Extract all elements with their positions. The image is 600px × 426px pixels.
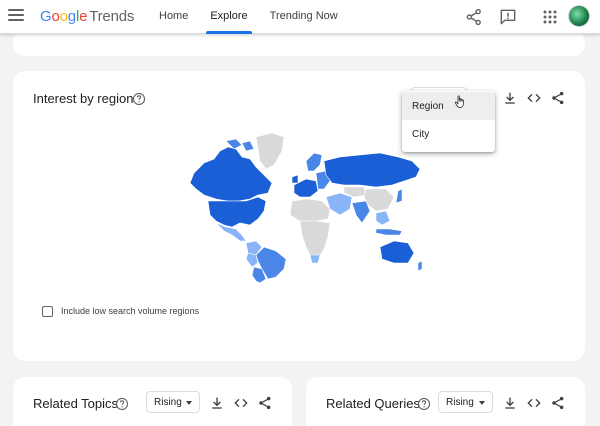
map-region-middle-east[interactable] — [325, 192, 353, 216]
logo-letter: g — [67, 8, 76, 25]
map-region-southeast-asia[interactable] — [375, 210, 391, 226]
map-region-australia[interactable] — [379, 240, 415, 264]
card-title: Interest by region — [33, 91, 134, 106]
logo-letter: e — [79, 8, 88, 25]
nav-tab-explore[interactable]: Explore — [199, 0, 258, 34]
nav-tab-trending-now[interactable]: Trending Now — [259, 0, 349, 34]
feedback-icon[interactable] — [498, 7, 518, 27]
card-title: Related Topics — [33, 396, 119, 411]
map-region-sub-saharan-africa[interactable] — [299, 220, 331, 260]
google-trends-logo[interactable]: Google Trends — [40, 8, 134, 25]
embed-code-icon[interactable] — [526, 395, 542, 411]
resolution-menu: Region City — [402, 91, 495, 152]
embed-code-icon[interactable] — [233, 395, 249, 411]
download-icon[interactable] — [502, 90, 518, 106]
nav-tab-home[interactable]: Home — [148, 0, 199, 34]
menu-item-label: Region — [412, 101, 444, 112]
main-nav: Home Explore Trending Now — [148, 0, 349, 34]
related-queries-card: Related Queries Rising — [306, 377, 585, 426]
menu-item-label: City — [412, 129, 430, 140]
hand-cursor-icon — [454, 95, 464, 108]
embed-code-icon[interactable] — [526, 90, 542, 106]
map-region-scandinavia[interactable] — [305, 152, 323, 172]
related-topics-filter-select[interactable]: Rising — [146, 391, 200, 413]
world-choropleth-map[interactable] — [180, 131, 424, 283]
share-icon[interactable] — [464, 7, 484, 27]
map-region-indonesia[interactable] — [375, 228, 403, 236]
low-volume-checkbox-row[interactable]: Include low search volume regions — [42, 304, 199, 318]
select-value: Rising — [446, 397, 474, 408]
caret-down-icon — [479, 401, 485, 405]
low-volume-checkbox-label: Include low search volume regions — [61, 306, 200, 316]
map-region-north-africa[interactable] — [289, 198, 331, 222]
help-icon[interactable] — [132, 92, 146, 106]
low-volume-checkbox[interactable] — [42, 305, 53, 317]
map-region-uk[interactable] — [291, 174, 299, 184]
share-icon[interactable] — [550, 90, 566, 106]
share-icon[interactable] — [550, 395, 566, 411]
map-region-greenland[interactable] — [255, 132, 285, 170]
map-region-india[interactable] — [351, 200, 371, 224]
download-icon[interactable] — [209, 395, 225, 411]
top-app-bar: Google Trends Home Explore Trending Now — [0, 0, 600, 34]
apps-grid-icon[interactable] — [540, 7, 560, 27]
menu-item-city[interactable]: City — [402, 120, 495, 148]
logo-letter: G — [40, 8, 52, 25]
related-queries-filter-select[interactable]: Rising — [438, 391, 493, 413]
select-value: Rising — [154, 397, 182, 408]
menu-item-region[interactable]: Region — [402, 92, 495, 120]
map-region-south-africa[interactable] — [309, 254, 321, 264]
account-avatar[interactable] — [568, 5, 590, 27]
related-topics-card: Related Topics Rising — [13, 377, 292, 426]
menu-icon[interactable] — [8, 9, 24, 23]
logo-letter: o — [59, 8, 68, 25]
logo-letter: o — [51, 8, 60, 25]
caret-down-icon — [186, 401, 192, 405]
card-title: Related Queries — [326, 396, 420, 411]
map-region-russia[interactable] — [323, 152, 421, 188]
help-icon[interactable] — [115, 397, 129, 411]
interest-by-region-card: Interest by region Region City Include l… — [13, 71, 585, 361]
map-region-usa[interactable] — [207, 196, 267, 228]
help-icon[interactable] — [417, 397, 431, 411]
share-icon[interactable] — [257, 395, 273, 411]
logo-trends-word: Trends — [89, 8, 135, 25]
download-icon[interactable] — [502, 395, 518, 411]
map-region-japan[interactable] — [395, 188, 403, 204]
map-region-peru[interactable] — [245, 252, 259, 268]
map-region-new-zealand[interactable] — [417, 260, 423, 272]
